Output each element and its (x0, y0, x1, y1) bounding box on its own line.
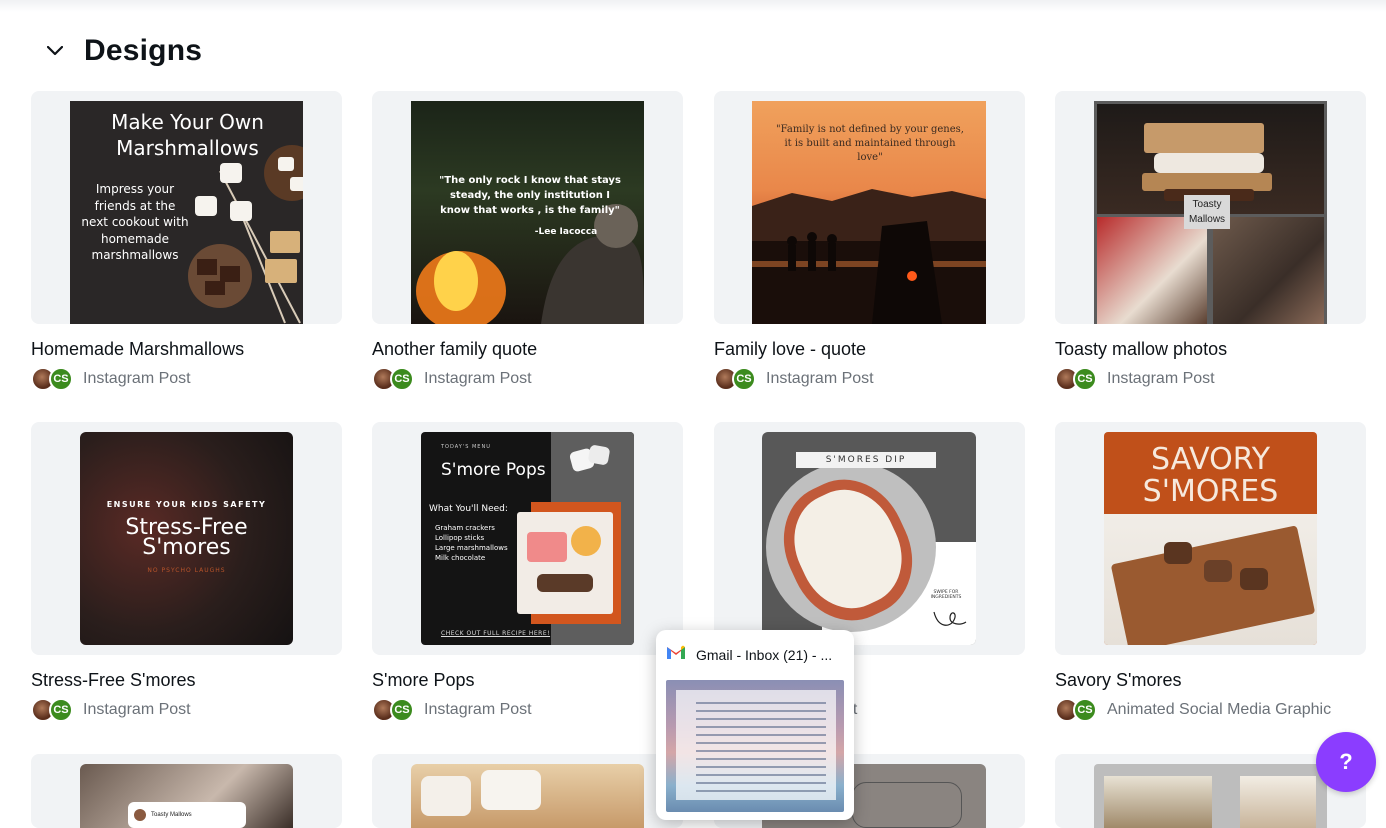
design-type: Instagram Post (424, 701, 532, 718)
thumbnail-item: Milk chocolate (435, 554, 486, 562)
thumbnail-quote: "Family is not defined by your genes, it… (776, 124, 964, 163)
thumbnail-label: Toasty Mallows (1184, 195, 1230, 229)
design-thumbnail[interactable]: Toasty Mallows (1055, 91, 1366, 324)
thumbnail-chip-label: Toasty Mallows (151, 812, 192, 818)
thumbnail-item: Graham crackers (435, 524, 495, 532)
design-thumbnail[interactable]: ENSURE YOUR KIDS SAFETY Stress-Free S'mo… (31, 422, 342, 655)
thumbnail-quote: "The only rock I know that stays steady,… (439, 175, 621, 216)
design-type: Instagram Post (83, 701, 191, 718)
section-title: Designs (84, 34, 203, 67)
thumbnail-kicker: TODAY'S MENU (441, 444, 491, 450)
design-thumbnail[interactable] (372, 754, 683, 828)
design-title[interactable]: S'more Pops (372, 670, 474, 691)
avatar-initials: CS (1073, 367, 1097, 391)
design-title[interactable]: Stress-Free S'mores (31, 670, 195, 691)
design-meta: CS Instagram Post (1055, 367, 1215, 391)
avatar-initials: CS (1073, 698, 1097, 722)
thumbnail-item: Large marshmallows (435, 544, 508, 552)
thumbnail-heading: S'more Pops (441, 460, 546, 480)
taskbar-window-preview[interactable]: Gmail - Inbox (21) - ... (656, 630, 854, 820)
thumbnail-kicker: ENSURE YOUR KIDS SAFETY (106, 500, 267, 509)
thumbnail-body: Impress your friends at the next cookout… (81, 182, 189, 262)
preview-title: Gmail - Inbox (21) - ... (696, 647, 833, 663)
thumbnail-need: What You'll Need: (429, 504, 508, 514)
collapse-chevron-icon[interactable] (44, 40, 66, 62)
design-title[interactable]: Toasty mallow photos (1055, 339, 1227, 360)
help-button[interactable]: ? (1316, 732, 1376, 792)
design-card[interactable]: Make Your Own Marshmallows Impress your … (31, 91, 372, 391)
design-card[interactable]: TODAY'S MENU S'more Pops What You'll Nee… (372, 422, 713, 722)
design-type: Instagram Post (424, 370, 532, 387)
design-type: Instagram Post (1107, 370, 1215, 387)
design-title[interactable]: Another family quote (372, 339, 537, 360)
thumbnail-heading-line1: SAVORY (1150, 442, 1271, 477)
design-card[interactable]: Toasty Mallows Toasty mallow photos CS I… (1055, 91, 1386, 391)
thumbnail-heading-line2: S'MORES (1142, 474, 1279, 509)
avatar-initials: CS (390, 698, 414, 722)
design-card[interactable]: ENSURE YOUR KIDS SAFETY Stress-Free S'mo… (31, 422, 372, 722)
gmail-icon (667, 645, 685, 659)
thumbnail-heading: Stress-Free S'mores (125, 515, 248, 560)
avatar-initials: CS (49, 698, 73, 722)
design-type: Instagram Post (83, 370, 191, 387)
design-meta: CS Instagram Post (372, 367, 532, 391)
design-meta: CS Instagram Post (714, 367, 874, 391)
help-label: ? (1339, 749, 1353, 774)
thumbnail-author: -Lee Iacocca (534, 227, 598, 237)
thumbnail-footer: CHECK OUT FULL RECIPE HERE! (441, 630, 551, 637)
top-shadow-bar (0, 0, 1386, 12)
design-meta: CS Instagram Post (31, 698, 191, 722)
design-thumbnail[interactable]: Toasty Mallows (31, 754, 342, 828)
design-thumbnail[interactable]: SAVORY S'MORES (1055, 422, 1366, 655)
design-type: Animated Social Media Graphic (1107, 701, 1332, 718)
avatar-initials: CS (390, 367, 414, 391)
design-card[interactable]: "The only rock I know that stays steady,… (372, 91, 713, 391)
avatar-initials: CS (732, 367, 756, 391)
thumbnail-item: Lollipop sticks (435, 534, 485, 542)
avatar-initials: CS (49, 367, 73, 391)
design-meta: CS Instagram Post (31, 367, 191, 391)
design-meta: CS Instagram Post (372, 698, 532, 722)
thumbnail-heading: S'MORES DIP (796, 452, 936, 468)
thumbnail-swipe: SWIPE FOR INGREDIENTS (930, 590, 962, 600)
design-meta: CS Animated Social Media Graphic (1055, 698, 1331, 722)
design-card[interactable]: SAVORY S'MORES Savory S'mores CS Animate… (1055, 422, 1386, 722)
design-thumbnail[interactable]: Make Your Own Marshmallows Impress your … (31, 91, 342, 324)
thumbnail-heading: Make Your Own Marshmallows (111, 110, 264, 160)
design-thumbnail[interactable]: TODAY'S MENU S'more Pops What You'll Nee… (372, 422, 683, 655)
design-thumbnail[interactable]: "The only rock I know that stays steady,… (372, 91, 683, 324)
design-title[interactable]: Savory S'mores (1055, 670, 1181, 691)
design-card[interactable]: "Family is not defined by your genes, it… (714, 91, 1055, 391)
design-thumbnail[interactable]: "Family is not defined by your genes, it… (714, 91, 1025, 324)
design-thumbnail[interactable]: S'MORES DIP SWIPE FOR INGREDIENTS (714, 422, 1025, 655)
design-title[interactable]: Homemade Marshmallows (31, 339, 244, 360)
design-title[interactable]: Family love - quote (714, 339, 866, 360)
thumbnail-sub: NO PSYCHO LAUGHS (147, 567, 226, 574)
design-card[interactable]: S'MORES DIP SWIPE FOR INGREDIENTS CS ost (714, 422, 1055, 722)
section-header: Designs (44, 34, 202, 68)
design-type: Instagram Post (766, 370, 874, 387)
preview-thumbnail (666, 680, 844, 812)
